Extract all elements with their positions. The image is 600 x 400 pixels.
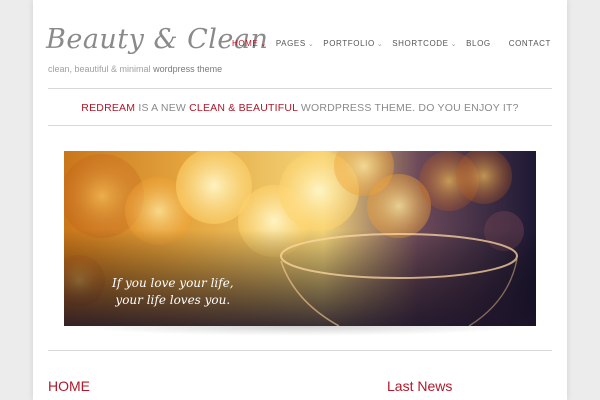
tagline-highlight: wordpress theme xyxy=(153,64,223,74)
hero-slider[interactable]: If you love your life, your life loves y… xyxy=(64,151,536,326)
chevron-down-icon: ⌄ xyxy=(307,40,315,48)
announcement-brand: REDREAM xyxy=(81,102,136,114)
nav-item-portfolio[interactable]: PORTFOLIO ⌄ xyxy=(323,39,383,48)
nav-item-blog[interactable]: BLOG xyxy=(466,39,491,48)
announcement-text-end: WORDPRESS THEME. DO YOU ENJOY IT? xyxy=(297,102,519,114)
nav-item-label: HOME xyxy=(231,39,259,48)
hero-quote-line: your life loves you. xyxy=(115,293,231,307)
hero-quote: If you love your life, your life loves y… xyxy=(112,275,234,309)
main-nav: HOME ⌄ PAGES ⌄ PORTFOLIO ⌄ SHORTCODE ⌄ B… xyxy=(223,39,551,48)
nav-item-contact[interactable]: CONTACT xyxy=(509,39,551,48)
nav-item-shortcode[interactable]: SHORTCODE ⌄ xyxy=(392,39,457,48)
nav-item-home[interactable]: HOME ⌄ xyxy=(232,39,267,48)
nav-item-label: CONTACT xyxy=(508,39,551,48)
chevron-down-icon: ⌄ xyxy=(260,40,267,48)
nav-item-pages[interactable]: PAGES ⌄ xyxy=(276,39,314,48)
nav-item-label: BLOG xyxy=(466,39,491,48)
nav-item-label: PORTFOLIO xyxy=(323,39,375,48)
nav-item-label: SHORTCODE xyxy=(392,39,449,48)
announcement-text: IS A NEW xyxy=(135,102,190,114)
page-container: Beauty & Clean clean, beautiful & minima… xyxy=(33,0,567,400)
announcement-banner: REDREAM IS A NEW CLEAN & BEAUTIFUL WORDP… xyxy=(33,102,567,114)
hero-quote-line: If you love your life, xyxy=(112,276,234,290)
tagline-plain: clean, beautiful & minimal xyxy=(48,64,151,74)
header-divider xyxy=(48,88,552,89)
chevron-down-icon: ⌄ xyxy=(376,40,384,48)
site-tagline: clean, beautiful & minimal wordpress the… xyxy=(48,64,222,74)
chevron-down-icon: ⌄ xyxy=(450,40,458,48)
home-section-title: HOME xyxy=(48,378,90,394)
content-divider xyxy=(48,350,552,351)
slider-shadow xyxy=(73,326,527,336)
nav-item-label: PAGES xyxy=(275,39,306,48)
last-news-title: Last News xyxy=(387,378,453,394)
announcement-emphasis: CLEAN & BEAUTIFUL xyxy=(189,102,298,114)
announcement-divider xyxy=(48,125,552,126)
